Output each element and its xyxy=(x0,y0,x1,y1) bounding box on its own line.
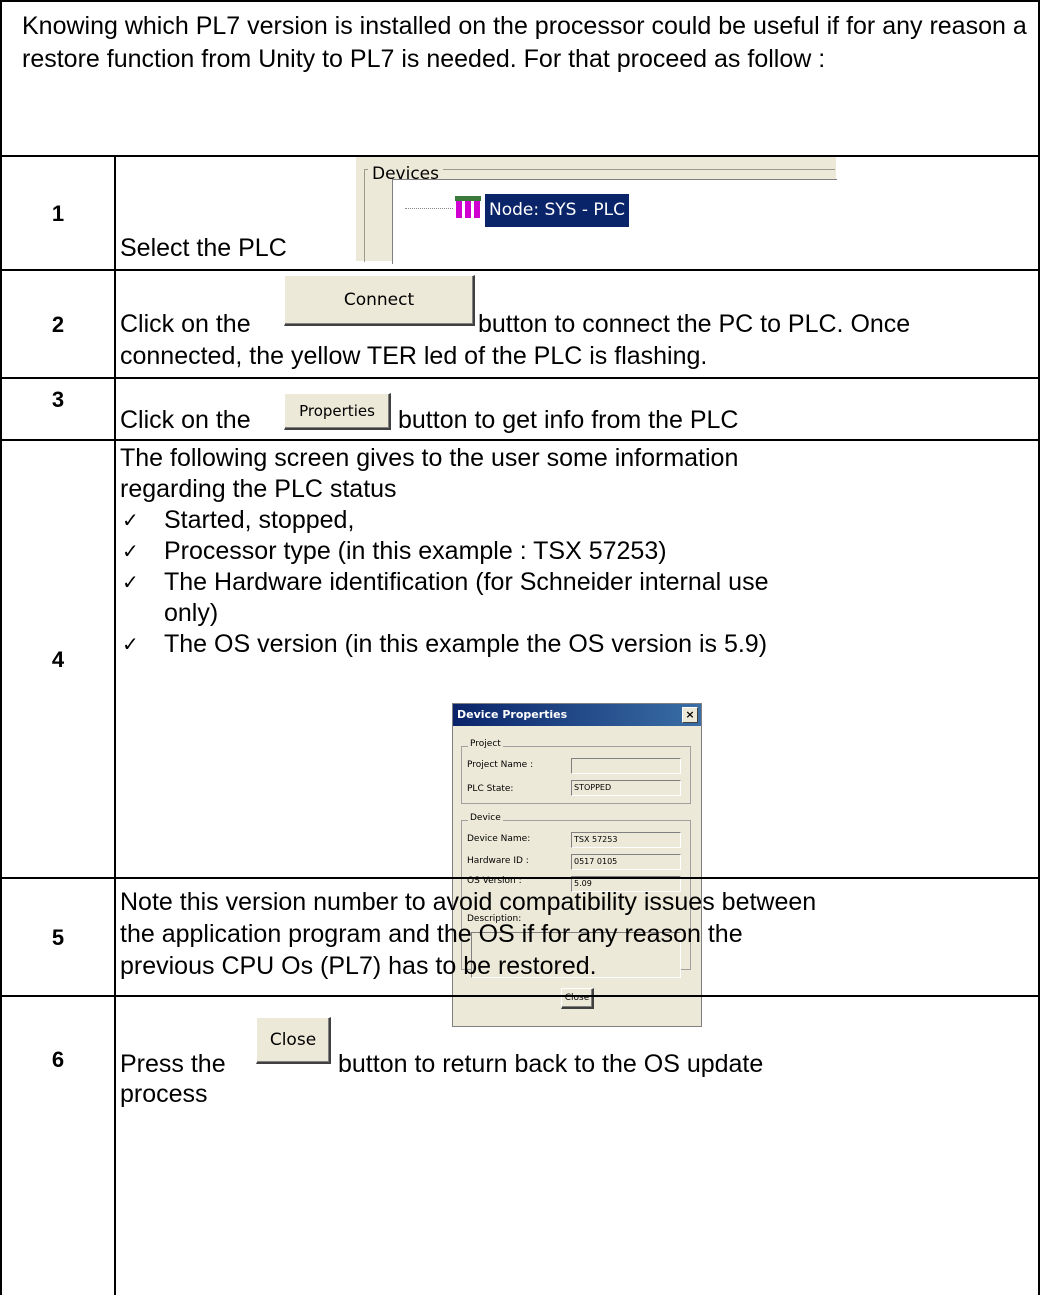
step-text-line2: connected, the yellow TER led of the PLC… xyxy=(120,342,708,370)
checklist-item: ✓ The Hardware identification (for Schnei… xyxy=(122,568,769,596)
step-row-2: 2 Click on the Connect button to connect… xyxy=(0,269,1040,379)
step-number: 1 xyxy=(2,157,116,271)
step-text-line2: regarding the PLC status xyxy=(120,475,397,503)
plc-state-field: STOPPED xyxy=(571,780,681,796)
devices-tree[interactable]: Node: SYS - PLC xyxy=(392,179,837,264)
check-icon: ✓ xyxy=(122,539,139,563)
step-body: Click on the Properties button to get in… xyxy=(116,379,1038,441)
step-row-5: 5 Note this version number to avoid comp… xyxy=(0,877,1040,997)
check-icon: ✓ xyxy=(122,570,139,594)
step-text-line2: the application program and the OS if fo… xyxy=(120,920,743,948)
step-text-line3: previous CPU Os (PL7) has to be restored… xyxy=(120,952,597,980)
step-body: Select the PLC Devices Node: SYS - PLC xyxy=(116,157,1038,271)
properties-button[interactable]: Properties xyxy=(284,393,391,430)
tree-node-plc[interactable]: Node: SYS - PLC xyxy=(485,194,629,227)
check-icon: ✓ xyxy=(122,508,139,532)
step-body: Note this version number to avoid compat… xyxy=(116,879,1038,997)
step-number: 2 xyxy=(2,271,116,379)
intro-text: Knowing which PL7 version is installed o… xyxy=(22,12,1027,73)
step-row-6: 6 Press the Close button to return back … xyxy=(0,995,1040,1295)
step-number: 6 xyxy=(2,997,116,1295)
document-page: Knowing which PL7 version is installed o… xyxy=(0,0,1040,1295)
check-icon: ✓ xyxy=(122,632,139,656)
devices-panel: Devices Node: SYS - PLC xyxy=(356,157,837,264)
step-body: Press the Close button to return back to… xyxy=(116,997,1038,1295)
plc-icon xyxy=(455,196,481,218)
dialog-title: Device Properties xyxy=(453,704,701,726)
step-text-line1: Note this version number to avoid compat… xyxy=(120,888,817,916)
step-text-after: button to return back to the OS update xyxy=(338,1050,764,1078)
step-body: Click on the Connect button to connect t… xyxy=(116,271,1038,379)
step-text-line1: The following screen gives to the user s… xyxy=(120,444,739,472)
connect-button[interactable]: Connect xyxy=(284,275,475,326)
step-text-line2: process xyxy=(120,1080,208,1108)
checklist-item-continued: only) xyxy=(164,599,219,627)
checklist-item: ✓ The OS version (in this example the OS … xyxy=(122,630,768,658)
device-group-label: Device xyxy=(468,813,503,823)
close-icon[interactable]: × xyxy=(682,707,698,723)
checklist-item: ✓ Processor type (in this example : TSX 5… xyxy=(122,537,667,565)
status-checklist: ✓ Started, stopped, ✓ Processor type (in t… xyxy=(116,505,1016,660)
step-number: 3 xyxy=(2,379,116,441)
step-text-after: button to connect the PC to PLC. Once xyxy=(478,310,911,338)
intro-box: Knowing which PL7 version is installed o… xyxy=(0,0,1040,157)
step-text-before: Click on the xyxy=(120,406,251,434)
step-text-after: button to get info from the PLC xyxy=(398,406,739,434)
step-number: 4 xyxy=(2,441,116,879)
step-text: Select the PLC xyxy=(120,234,287,262)
step-text-before: Click on the xyxy=(120,310,251,338)
device-name-field: TSX 57253 xyxy=(571,832,681,848)
close-button[interactable]: Close xyxy=(256,1017,331,1064)
project-group-label: Project xyxy=(468,739,503,749)
tree-line xyxy=(405,208,453,209)
step-text-before: Press the xyxy=(120,1050,226,1078)
hardware-id-field: 0517 0105 xyxy=(571,854,681,870)
step-row-1: 1 Select the PLC Devices Node: SYS - PLC xyxy=(0,155,1040,271)
project-name-label: Project Name : xyxy=(467,760,534,770)
hardware-id-label: Hardware ID : xyxy=(467,856,529,866)
plc-state-label: PLC State: xyxy=(467,784,514,794)
checklist-item: ✓ Started, stopped, xyxy=(122,506,355,534)
step-number: 5 xyxy=(2,879,116,997)
project-name-field xyxy=(571,758,681,774)
step-row-3: 3 Click on the Properties button to get … xyxy=(0,377,1040,441)
device-name-label: Device Name: xyxy=(467,834,531,844)
